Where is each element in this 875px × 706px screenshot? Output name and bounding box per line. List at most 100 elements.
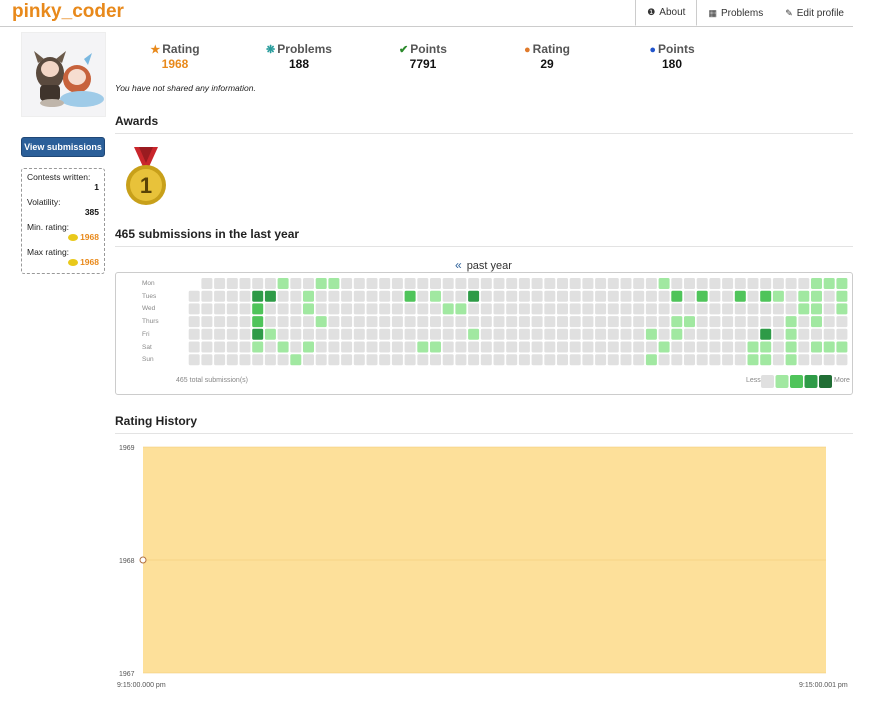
y-tick-label: 1968 [119, 558, 135, 565]
heatmap-cell [823, 303, 835, 315]
stat-global-rating: ● Rating 29 [520, 42, 574, 71]
heatmap-cell [823, 328, 835, 340]
heatmap-cell [430, 290, 441, 302]
heatmap-cell [442, 354, 454, 366]
heatmap-cell [252, 341, 264, 353]
contest-stats-box: Contests written: 1 Volatility: 385 Min.… [21, 168, 105, 274]
heatmap-cell [531, 328, 543, 340]
heatmap-cell [290, 354, 302, 366]
heatmap-cell [442, 328, 454, 340]
heatmap-cell [671, 290, 683, 302]
heatmap-cell [239, 278, 251, 289]
heatmap-cell [607, 278, 619, 289]
heatmap-cell [226, 341, 238, 353]
rating-point[interactable] [139, 556, 147, 564]
heatmap-cell [264, 303, 276, 315]
heatmap-cell [557, 278, 568, 289]
legend-more: More [834, 377, 850, 384]
heatmap-cell [468, 328, 480, 340]
heatmap-cell [188, 303, 200, 315]
heatmap-cell [531, 354, 543, 366]
heatmap-cell [684, 341, 695, 353]
past-year-nav[interactable]: « past year [455, 258, 512, 272]
heatmap-cell [671, 316, 683, 328]
heatmap-cell [506, 341, 518, 353]
heatmap-cell [468, 316, 480, 328]
max-rating: 1968 [27, 257, 99, 267]
heatmap-cell [328, 290, 340, 302]
rating-coin-icon [68, 259, 79, 267]
heatmap-cell [341, 278, 353, 289]
heatmap-cell [239, 290, 251, 302]
heatmap-cell [341, 316, 353, 328]
heatmap-cell [658, 328, 670, 340]
heatmap-cell [658, 341, 670, 353]
heatmap-cell [455, 354, 467, 366]
heatmap-cell [277, 290, 289, 302]
heatmap-cell [455, 328, 467, 340]
heatmap-cell [226, 354, 238, 366]
heatmap-cell [328, 341, 340, 353]
heatmap-cell [531, 303, 543, 315]
heatmap-cell [709, 316, 721, 328]
heatmap-cell [734, 290, 746, 302]
heatmap-cell [264, 290, 276, 302]
heatmap-cell [341, 328, 353, 340]
heatmap-cell [480, 328, 492, 340]
tab-about[interactable]: ❶ About [635, 0, 698, 26]
heatmap-cell [188, 328, 200, 340]
heatmap-cell [798, 354, 810, 366]
heatmap-cell [239, 303, 251, 315]
heatmap-cell [379, 316, 391, 328]
heatmap-cell [468, 341, 480, 353]
globe-icon: ● [649, 44, 656, 56]
heatmap-cell [557, 290, 568, 302]
tab-problems[interactable]: ▦ Problems [697, 0, 774, 26]
heatmap-cell [290, 328, 302, 340]
heatmap-cell [785, 303, 797, 315]
heatmap-cell [582, 290, 594, 302]
heatmap-cell [264, 316, 276, 328]
heatmap-cell [658, 303, 670, 315]
heatmap-cell [506, 278, 518, 289]
heatmap-cell [455, 290, 467, 302]
tab-problems-label: Problems [720, 7, 764, 19]
heatmap-cell [747, 303, 759, 315]
heatmap-cell [684, 278, 695, 289]
heatmap-cell [645, 328, 657, 340]
view-submissions-button[interactable]: View submissions [21, 137, 105, 157]
heatmap-cell [645, 303, 657, 315]
heatmap-cell [303, 290, 314, 302]
heatmap-cell [595, 278, 607, 289]
heatmap-cell [684, 316, 695, 328]
stat-problems-label: Problems [277, 42, 332, 56]
heatmap-cell [391, 354, 403, 366]
heatmap-cell [569, 290, 581, 302]
info-icon: ❶ [647, 7, 656, 17]
heatmap-cell [595, 354, 607, 366]
heatmap-cell [722, 303, 734, 315]
heatmap-cell [303, 316, 314, 328]
tab-edit-profile[interactable]: ✎ Edit profile [774, 0, 855, 26]
heatmap-cell [633, 290, 645, 302]
heatmap-cell [468, 303, 480, 315]
heatmap-cell [315, 328, 327, 340]
heatmap-cell [226, 328, 238, 340]
heatmap-cell [798, 303, 810, 315]
heatmap-cell [264, 278, 276, 289]
heatmap-cell [366, 290, 378, 302]
heatmap-cell [633, 341, 645, 353]
awards-divider [115, 133, 853, 134]
stat-points-label: Points [410, 42, 447, 56]
heatmap-cell [569, 303, 581, 315]
heatmap-cell [239, 341, 251, 353]
heatmap-cell [404, 278, 416, 289]
heatmap-cell [417, 328, 429, 340]
legend-swatch [775, 375, 789, 388]
heatmap-cell [201, 303, 213, 315]
heatmap-cell [760, 328, 772, 340]
heatmap-cell [201, 354, 213, 366]
heatmap-cell [315, 278, 327, 289]
heatmap-cell [404, 303, 416, 315]
heatmap-cell [658, 354, 670, 366]
